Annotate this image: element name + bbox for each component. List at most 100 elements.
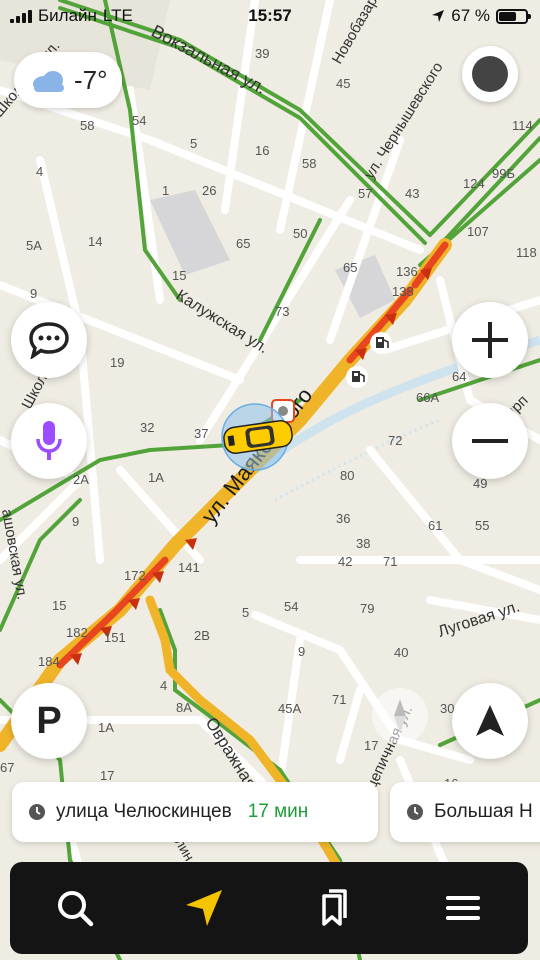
- svg-text:65: 65: [236, 236, 250, 251]
- svg-text:1: 1: [162, 183, 169, 198]
- bookmarks-button[interactable]: [304, 878, 364, 938]
- svg-text:5А: 5А: [26, 238, 42, 253]
- svg-text:9: 9: [72, 514, 79, 529]
- svg-text:151: 151: [104, 630, 126, 645]
- svg-text:45: 45: [336, 76, 350, 91]
- svg-text:71: 71: [383, 554, 397, 569]
- svg-text:50: 50: [293, 226, 307, 241]
- microphone-icon: [36, 421, 62, 460]
- svg-text:5: 5: [242, 605, 249, 620]
- svg-text:42: 42: [338, 554, 352, 569]
- svg-text:8А: 8А: [176, 700, 192, 715]
- clock-icon: [407, 804, 423, 820]
- svg-text:55: 55: [475, 518, 489, 533]
- suggested-destinations: улица Челюскинцев 17 мин Большая Н: [0, 782, 540, 844]
- svg-text:79: 79: [360, 601, 374, 616]
- weather-widget[interactable]: -7°: [14, 52, 122, 108]
- svg-text:2А: 2А: [73, 472, 89, 487]
- navigator-button[interactable]: [174, 878, 234, 938]
- svg-text:17: 17: [364, 738, 378, 753]
- site-watermark: www.sar.ru: [531, 738, 540, 941]
- svg-text:67: 67: [0, 760, 14, 775]
- svg-text:73: 73: [275, 304, 289, 319]
- svg-text:1А: 1А: [98, 720, 114, 735]
- svg-text:9: 9: [298, 644, 305, 659]
- destination-card[interactable]: улица Челюскинцев 17 мин: [12, 782, 378, 842]
- destination-eta: 17 мин: [247, 801, 309, 822]
- svg-text:61: 61: [428, 518, 442, 533]
- avatar: [472, 56, 508, 92]
- svg-text:26: 26: [202, 183, 216, 198]
- svg-text:64: 64: [452, 369, 466, 384]
- location-services-icon: [432, 10, 445, 22]
- svg-text:15: 15: [52, 598, 66, 613]
- svg-text:80: 80: [340, 468, 354, 483]
- status-bar: Билайн LTE 15:57 67 %: [0, 0, 540, 32]
- minus-icon: [472, 439, 508, 443]
- bottom-toolbar: [10, 862, 528, 954]
- svg-text:4: 4: [160, 678, 167, 693]
- svg-text:57: 57: [358, 186, 372, 201]
- svg-text:40: 40: [394, 645, 408, 660]
- svg-text:2В: 2В: [194, 628, 210, 643]
- compass-button[interactable]: [372, 688, 428, 744]
- svg-text:5: 5: [190, 136, 197, 151]
- gas-station-icon[interactable]: [370, 332, 392, 354]
- svg-text:58: 58: [302, 156, 316, 171]
- plus-icon: [472, 322, 508, 358]
- zoom-in-button[interactable]: [452, 302, 528, 378]
- search-button[interactable]: [45, 878, 105, 938]
- svg-text:124: 124: [463, 176, 485, 191]
- svg-text:17: 17: [100, 768, 114, 783]
- destination-name: улица Челюскинцев: [56, 801, 232, 822]
- svg-text:43: 43: [405, 186, 419, 201]
- svg-text:39: 39: [255, 46, 269, 61]
- voice-search-button[interactable]: [11, 403, 87, 479]
- svg-text:54: 54: [284, 599, 298, 614]
- svg-text:19: 19: [110, 355, 124, 370]
- svg-text:9: 9: [30, 286, 37, 301]
- svg-text:54: 54: [132, 113, 146, 128]
- chat-bubble-icon: [29, 322, 69, 359]
- zoom-out-button[interactable]: [452, 403, 528, 479]
- menu-button[interactable]: [433, 878, 493, 938]
- cloud-icon: [33, 71, 64, 92]
- menu-icon: [446, 896, 481, 920]
- parking-label: P: [36, 699, 62, 742]
- svg-text:107: 107: [467, 224, 489, 239]
- clock-icon: [29, 804, 45, 820]
- navigator-arrow-icon: [186, 890, 223, 926]
- svg-text:118: 118: [516, 245, 537, 260]
- gas-station-icon[interactable]: [346, 366, 368, 388]
- svg-text:141: 141: [178, 560, 200, 575]
- svg-text:66А: 66А: [416, 390, 439, 405]
- svg-text:14: 14: [88, 234, 102, 249]
- svg-text:99Б: 99Б: [492, 166, 515, 181]
- battery-percent: 67 %: [451, 6, 490, 25]
- svg-text:45А: 45А: [278, 701, 301, 716]
- svg-text:114: 114: [512, 118, 533, 133]
- svg-text:36: 36: [336, 511, 350, 526]
- chat-button[interactable]: [11, 302, 87, 378]
- svg-text:15: 15: [172, 268, 186, 283]
- temperature: -7°: [74, 64, 108, 95]
- bookmarks-icon: [322, 889, 347, 926]
- compass-icon: [394, 699, 406, 733]
- parking-button[interactable]: P: [11, 683, 87, 759]
- svg-text:138: 138: [392, 284, 414, 299]
- svg-text:65: 65: [343, 260, 357, 275]
- svg-text:136: 136: [396, 264, 418, 279]
- search-icon: [57, 891, 93, 927]
- svg-text:182: 182: [66, 625, 88, 640]
- profile-button[interactable]: [462, 46, 518, 102]
- svg-text:172: 172: [124, 568, 146, 583]
- svg-text:38: 38: [356, 536, 370, 551]
- svg-text:72: 72: [388, 433, 402, 448]
- svg-text:4: 4: [36, 164, 43, 179]
- svg-text:32: 32: [140, 420, 154, 435]
- svg-text:58: 58: [80, 118, 94, 133]
- svg-text:184: 184: [38, 654, 60, 669]
- svg-text:16: 16: [255, 143, 269, 158]
- svg-text:1А: 1А: [148, 470, 164, 485]
- svg-text:37: 37: [194, 426, 208, 441]
